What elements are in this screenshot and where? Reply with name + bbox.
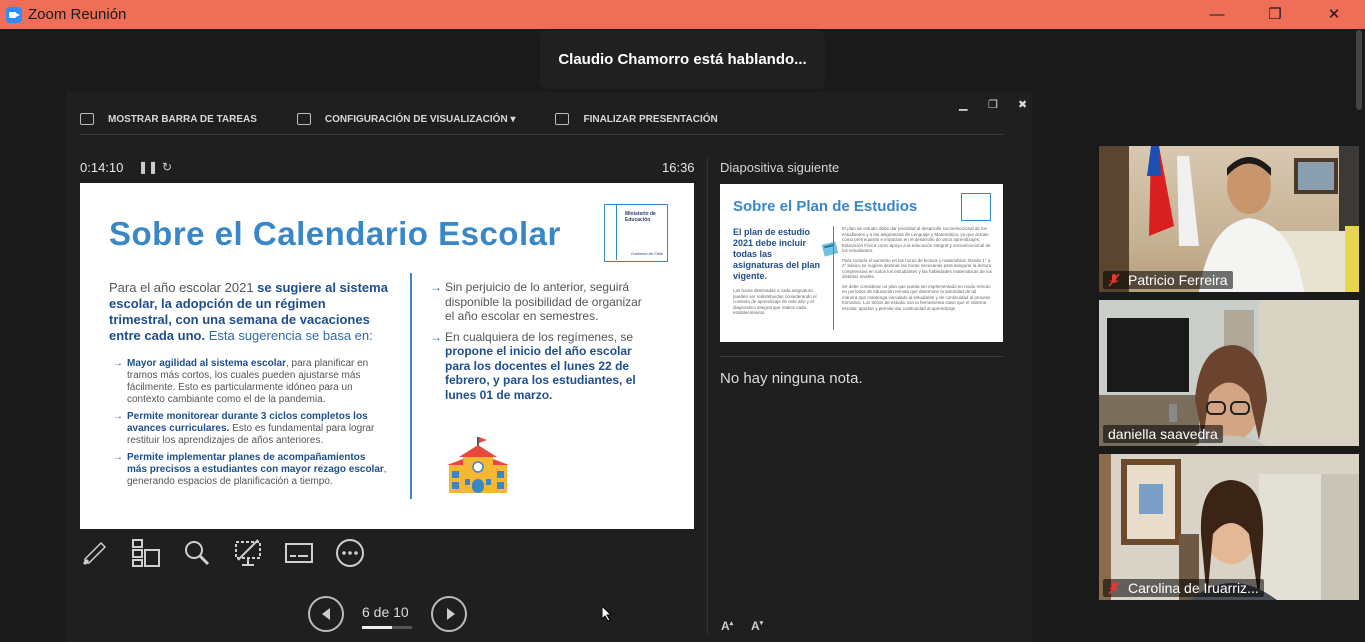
toolbar-divider <box>80 134 1003 135</box>
slide-bullets: Mayor agilidad al sistema escolar, para … <box>113 358 388 493</box>
books-icon <box>821 241 839 257</box>
bullet-item: Permite implementar planes de acompañami… <box>113 452 388 488</box>
title-bar: Zoom Reunión — ❐ ✕ <box>0 0 1365 29</box>
presenter-view: MOSTRAR BARRA DE TAREAS CONFIGURACIÓN DE… <box>66 92 1032 642</box>
close-button[interactable]: ✕ <box>1311 0 1357 29</box>
pv-close-icon[interactable]: ✖ <box>1018 98 1027 111</box>
scrollbar[interactable] <box>1356 30 1362 110</box>
slides-grid-icon[interactable] <box>131 538 161 568</box>
pv-restore-icon[interactable]: ❐ <box>988 98 998 111</box>
gov-line-2: Educación <box>625 217 651 223</box>
next-divider <box>833 226 834 330</box>
pane-divider <box>707 158 708 634</box>
participant-tile[interactable]: daniella saavedra <box>1099 300 1359 446</box>
presenter-tools <box>80 538 365 568</box>
next-right-column: El plan de estudio debe dar prioridad al… <box>842 226 992 315</box>
previous-slide-button[interactable] <box>308 596 344 632</box>
slide-divider <box>410 273 412 499</box>
next-ministry-logo <box>961 193 991 221</box>
gov-line-3: Gobierno de Chile <box>631 251 664 256</box>
next-left-bold: El plan de estudio 2021 debe incluir tod… <box>733 227 821 281</box>
taskbar-icon <box>80 113 94 125</box>
intro-a: Para el año escolar 2021 <box>109 280 258 295</box>
next-slide-preview[interactable]: Sobre el Plan de Estudios El plan de est… <box>720 184 1003 342</box>
intro-c: Esta sugerencia se basa en: <box>205 328 373 343</box>
end-presentation-button[interactable]: FINALIZAR PRESENTACIÓN <box>555 113 718 125</box>
mouse-cursor-icon <box>602 606 612 622</box>
right-2-a: En cualquiera de los regímenes, se <box>445 329 634 344</box>
slide-intro: Para el año escolar 2021 se sugiere al s… <box>109 280 389 344</box>
minimize-button[interactable]: — <box>1194 0 1240 29</box>
next-right-p2: Para cumplir el aumento en las horas de … <box>842 257 992 280</box>
black-screen-icon[interactable] <box>233 538 263 568</box>
pv-minimize-icon[interactable]: ▁ <box>959 98 967 111</box>
bullet-item: Mayor agilidad al sistema escolar, para … <box>113 358 388 406</box>
display-settings-label: CONFIGURACIÓN DE VISUALIZACIÓN ▾ <box>324 113 516 125</box>
participant-tile[interactable]: Patricio Ferreira <box>1099 146 1359 292</box>
notes-divider <box>720 356 1003 357</box>
next-slide-button[interactable] <box>431 596 467 632</box>
end-presentation-label: FINALIZAR PRESENTACIÓN <box>583 113 718 125</box>
pen-icon[interactable] <box>80 538 110 568</box>
arrow-left-icon <box>322 608 330 620</box>
participant-name: Carolina de Iruarriz... <box>1128 580 1259 596</box>
pause-timer-icon[interactable]: ❚❚ <box>138 160 158 174</box>
muted-mic-icon <box>1108 273 1120 287</box>
window-title: Zoom Reunión <box>28 6 127 23</box>
slide-counter[interactable]: 6 de 10 <box>362 604 409 620</box>
zoom-icon[interactable] <box>182 538 212 568</box>
display-settings-icon <box>296 113 311 125</box>
arrow-right-icon <box>447 608 455 620</box>
right-item: Sin perjuicio de lo anterior, seguirá di… <box>430 280 645 324</box>
slide-progress-bar <box>362 626 412 629</box>
decrease-font-label: A <box>751 619 760 633</box>
elapsed-timer: 0:14:10 <box>80 160 124 175</box>
participant-tile[interactable]: Carolina de Iruarriz... <box>1099 454 1359 600</box>
participant-name-tag: Carolina de Iruarriz... <box>1103 579 1264 597</box>
end-presentation-icon <box>555 113 570 125</box>
more-icon[interactable] <box>335 538 365 568</box>
ministry-logo: Ministerio de Educación Gobierno de Chile <box>604 204 668 262</box>
next-slide-label: Diapositiva siguiente <box>720 160 840 175</box>
school-building-icon <box>447 437 509 493</box>
show-taskbar-label: MOSTRAR BARRA DE TAREAS <box>108 113 257 125</box>
participant-name: daniella saavedra <box>1108 426 1218 442</box>
participant-name: Patricio Ferreira <box>1128 272 1228 288</box>
clock: 16:36 <box>662 160 695 175</box>
increase-font-label: A <box>721 619 730 633</box>
muted-mic-icon <box>1108 581 1120 595</box>
bullet-3-bold: Permite implementar planes de acompañami… <box>127 452 384 475</box>
speaker-notes[interactable]: No hay ninguna nota. <box>720 370 863 387</box>
bullet-1-bold: Mayor agilidad al sistema escolar <box>127 358 286 369</box>
restore-button[interactable]: ❐ <box>1252 0 1298 29</box>
bullet-item: Permite monitorear durante 3 ciclos comp… <box>113 411 388 447</box>
zoom-logo-icon <box>6 7 22 23</box>
show-taskbar-button[interactable]: MOSTRAR BARRA DE TAREAS <box>80 113 257 125</box>
participant-name-tag: daniella saavedra <box>1103 425 1223 443</box>
participant-name-tag: Patricio Ferreira <box>1103 271 1233 289</box>
decrease-font-button[interactable]: A▾ <box>751 619 763 633</box>
next-right-p1: El plan de estudio debe dar prioridad al… <box>842 226 991 253</box>
active-speaker-banner: Claudio Chamorro está hablando... <box>540 30 825 89</box>
next-slide-title: Sobre el Plan de Estudios <box>733 198 918 215</box>
current-slide[interactable]: Sobre el Calendario Escolar Ministerio d… <box>80 183 694 529</box>
increase-font-button[interactable]: A▴ <box>721 619 733 633</box>
next-left-small: Las horas destinadas a cada asignatura p… <box>733 288 817 315</box>
slide-right-column: Sin perjuicio de lo anterior, seguirá di… <box>430 280 645 408</box>
right-item: En cualquiera de los regímenes, se propo… <box>430 330 645 403</box>
subtitles-icon[interactable] <box>284 538 314 568</box>
restart-timer-icon[interactable]: ↻ <box>162 160 172 174</box>
right-2-b: propone el inicio del año escolar para l… <box>445 344 636 402</box>
presenter-toolbar: MOSTRAR BARRA DE TAREAS CONFIGURACIÓN DE… <box>80 110 758 128</box>
next-right-p3: Se debe considerar un plan que pueda ser… <box>842 283 991 311</box>
display-settings-button[interactable]: CONFIGURACIÓN DE VISUALIZACIÓN ▾ <box>296 113 516 125</box>
slide-title: Sobre el Calendario Escolar <box>109 215 561 252</box>
